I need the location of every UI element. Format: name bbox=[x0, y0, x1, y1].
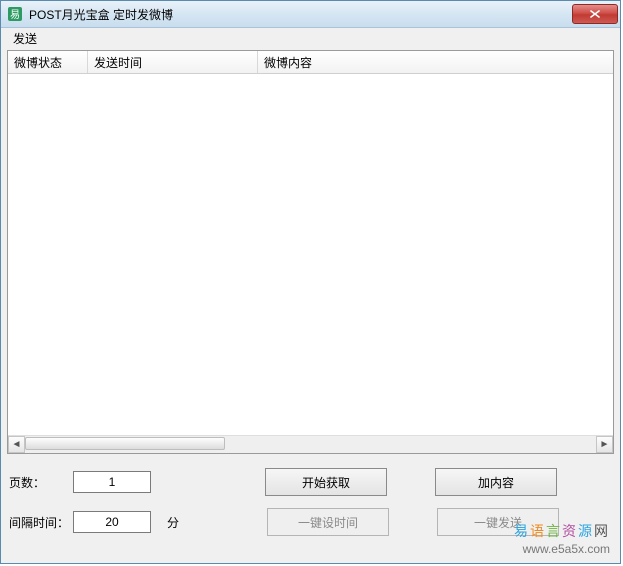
interval-unit: 分 bbox=[167, 514, 179, 531]
close-button[interactable] bbox=[572, 4, 618, 24]
client-area: 微博状态 发送时间 微博内容 ◄ ► 页数： 开始获取 加 bbox=[1, 48, 620, 542]
listview[interactable]: 微博状态 发送时间 微博内容 ◄ ► bbox=[7, 50, 614, 454]
row-page: 页数： 开始获取 加内容 bbox=[7, 468, 614, 496]
page-input[interactable] bbox=[73, 471, 151, 493]
window-title: POST月光宝盒 定时发微博 bbox=[29, 6, 572, 23]
horizontal-scrollbar[interactable]: ◄ ► bbox=[8, 435, 613, 453]
scroll-left-arrow-icon[interactable]: ◄ bbox=[8, 436, 25, 453]
scroll-right-arrow-icon[interactable]: ► bbox=[596, 436, 613, 453]
send-all-button[interactable]: 一键发送 bbox=[437, 508, 559, 536]
column-time[interactable]: 发送时间 bbox=[88, 51, 258, 73]
watermark-line2: www.e5a5x.com bbox=[514, 541, 610, 557]
menu-send[interactable]: 发送 bbox=[7, 28, 43, 49]
set-time-button[interactable]: 一键设时间 bbox=[267, 508, 389, 536]
listview-header: 微博状态 发送时间 微博内容 bbox=[8, 51, 613, 74]
page-label: 页数： bbox=[7, 474, 73, 491]
scroll-thumb[interactable] bbox=[25, 437, 225, 450]
interval-label: 间隔时间： bbox=[7, 514, 73, 531]
svg-text:易: 易 bbox=[10, 9, 20, 21]
titlebar: 易 POST月光宝盒 定时发微博 bbox=[1, 1, 620, 28]
start-fetch-button[interactable]: 开始获取 bbox=[265, 468, 387, 496]
add-content-button[interactable]: 加内容 bbox=[435, 468, 557, 496]
column-status[interactable]: 微博状态 bbox=[8, 51, 88, 73]
menubar: 发送 bbox=[1, 28, 620, 48]
app-icon: 易 bbox=[7, 6, 23, 22]
row-interval: 间隔时间： 分 一键设时间 一键发送 bbox=[7, 508, 614, 536]
close-icon bbox=[590, 10, 600, 18]
app-window: 易 POST月光宝盒 定时发微博 发送 微博状态 发送时间 微博内容 ◄ bbox=[0, 0, 621, 564]
interval-input[interactable] bbox=[73, 511, 151, 533]
controls-panel: 页数： 开始获取 加内容 间隔时间： 分 一键设时间 一键发送 bbox=[7, 468, 614, 536]
scroll-track[interactable] bbox=[25, 436, 596, 453]
listview-body[interactable] bbox=[8, 74, 613, 435]
column-content[interactable]: 微博内容 bbox=[258, 51, 613, 73]
